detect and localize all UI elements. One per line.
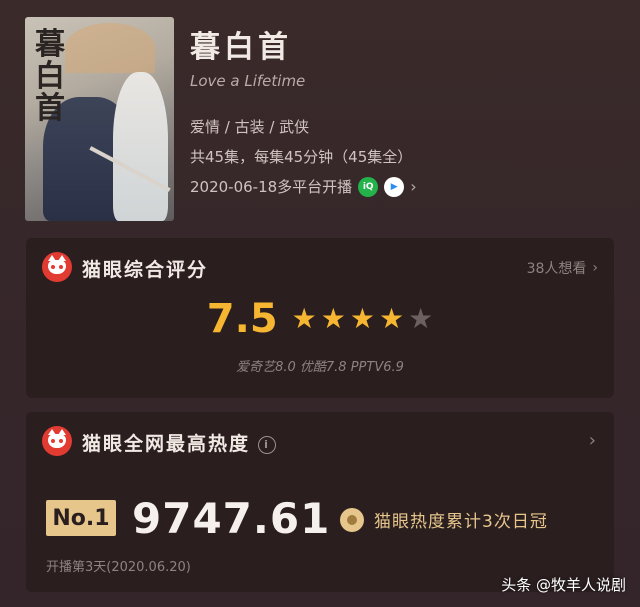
star-rating: ★ ★ ★ ★ ★ [292,305,434,333]
heat-card-title-text: 猫眼全网最高热度 [82,433,251,455]
star-full-icon: ★ [320,302,346,335]
iqiyi-icon[interactable]: iQ [358,176,379,197]
show-header: 暮白首 暮白首 Love a Lifetime 爱情 / 古装 / 武侠 共45… [0,0,640,230]
score-row: 7.5 ★ ★ ★ ★ ★ [26,296,614,342]
star-full-icon: ★ [291,302,317,335]
open-day-text: 开播第3天(2020.06.20) [46,560,191,575]
rank-badge: No.1 [46,500,116,536]
info-icon[interactable]: i [258,435,277,454]
heat-value: 9747.61 [132,494,331,543]
show-genres: 爱情 / 古装 / 武侠 [190,118,310,136]
show-title: 暮白首 [190,30,292,65]
watermark: 头条 @牧羊人说剧 [501,576,626,594]
tencent-video-icon[interactable]: ▶ [384,176,405,197]
maoyan-cat-icon [42,426,72,456]
star-empty-icon: ★ [408,302,434,335]
want-to-see-link[interactable]: 38人想看 › [527,258,598,278]
chevron-right-icon: › [592,260,598,276]
show-episodes: 共45集，每集45分钟（45集全） [190,148,413,166]
rating-card-title: 猫眼综合评分 [82,259,209,281]
chevron-right-icon[interactable]: › [410,177,416,196]
show-poster[interactable]: 暮白首 [25,17,174,221]
star-full-icon: ★ [349,302,375,335]
chevron-right-icon[interactable]: › [589,430,596,451]
medal-icon [340,507,364,532]
premiere-row[interactable]: 2020-06-18多平台开播 iQ ▶ › [190,176,417,197]
daily-champion-text: 猫眼热度累计3次日冠 [374,512,548,532]
poster-calligraphy-title: 暮白首 [35,27,65,126]
show-subtitle: Love a Lifetime [190,72,306,90]
rating-card: 猫眼综合评分 38人想看 › 7.5 ★ ★ ★ ★ ★ 爱奇艺8.0 优酷7.… [26,238,614,398]
poster-figure-female [113,72,168,221]
poster-umbrella [65,23,155,73]
overall-score: 7.5 [206,296,278,342]
star-full-icon: ★ [378,302,405,335]
heat-card[interactable]: 猫眼全网最高热度 i › No.1 9747.61 猫眼热度累计3次日冠 开播第3… [26,412,614,592]
want-to-see-count: 38人想看 [526,261,587,277]
premiere-date: 2020-06-18多平台开播 [190,178,353,196]
heat-card-title: 猫眼全网最高热度 i [82,429,277,456]
maoyan-cat-icon [42,252,72,282]
daily-champion-row: 猫眼热度累计3次日冠 [340,507,548,532]
platform-sub-scores: 爱奇艺8.0 优酷7.8 PPTV6.9 [236,360,404,375]
